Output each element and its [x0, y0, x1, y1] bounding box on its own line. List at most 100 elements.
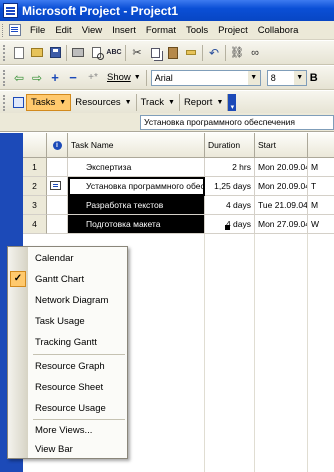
document-icon[interactable]	[9, 24, 21, 36]
guide-track-button[interactable]: Track ▼	[137, 94, 180, 111]
table-row[interactable]: 2 Установка программного обеспечения 1,2…	[23, 177, 334, 196]
insert-hyperlink-button[interactable]: ⛓	[228, 44, 246, 62]
menu-view[interactable]: View	[77, 25, 107, 36]
finish-cell[interactable]: M	[308, 158, 334, 177]
task-name-cell[interactable]: Разработка текстов	[68, 196, 205, 215]
start-cell[interactable]: Tue 21.09.04	[255, 196, 308, 215]
show-all-subtasks-button[interactable]: +*	[82, 69, 104, 87]
row-number[interactable]: 3	[23, 196, 47, 215]
save-button[interactable]	[46, 44, 64, 62]
menu-edit[interactable]: Edit	[50, 25, 76, 36]
header-duration[interactable]: Duration	[205, 133, 255, 158]
print-button[interactable]	[69, 44, 87, 62]
chevron-down-icon[interactable]: ▼	[293, 70, 306, 85]
task-name-cell[interactable]: Подготовка макета	[68, 215, 205, 234]
minus-icon: −	[69, 70, 77, 85]
hyperlink-icon: ⛓	[230, 47, 244, 59]
indicator-cell	[47, 177, 68, 196]
toolbar-options-button[interactable]: ▾	[228, 94, 237, 111]
project-app-icon[interactable]	[3, 3, 18, 18]
finish-cell[interactable]: T	[308, 177, 334, 196]
copy-icon	[150, 47, 160, 58]
guide-report-button[interactable]: Report ▼	[180, 94, 229, 111]
task-name-cell[interactable]: Экспертиза	[68, 158, 205, 177]
menu-item-label: View Bar	[35, 444, 73, 455]
menu-item-task-usage[interactable]: Task Usage	[8, 311, 127, 332]
menu-item-resource-graph[interactable]: Resource Graph	[8, 356, 127, 377]
start-cell[interactable]: Mon 20.09.04	[255, 158, 308, 177]
hide-subtasks-button[interactable]: −	[64, 69, 82, 87]
table-row[interactable]: 3 Разработка текстов 4 days Tue 21.09.04…	[23, 196, 334, 215]
start-cell[interactable]: Mon 27.09.04	[255, 215, 308, 234]
outdent-button[interactable]: ⇦	[10, 69, 28, 87]
bold-button[interactable]: B	[307, 72, 321, 84]
menu-item-resource-usage[interactable]: Resource Usage	[8, 398, 127, 419]
menu-item-more-views[interactable]: More Views...	[8, 420, 127, 441]
entry-field[interactable]: Установка программного обеспечения	[140, 115, 334, 130]
undo-button[interactable]: ↶	[205, 44, 223, 62]
row-number[interactable]: 4	[23, 215, 47, 234]
show-subtasks-button[interactable]: +	[46, 69, 64, 87]
menu-item-network-diagram[interactable]: Network Diagram	[8, 290, 127, 311]
menu-grip[interactable]	[2, 23, 6, 37]
format-painter-button[interactable]	[182, 44, 200, 62]
row-number[interactable]: 2	[23, 177, 47, 196]
duration-cell[interactable]: 4 days	[205, 196, 255, 215]
menu-item-gantt-chart[interactable]: ✓ Gantt Chart	[8, 269, 127, 290]
spelling-button[interactable]: ABC	[105, 44, 123, 62]
toolbar-grip[interactable]	[3, 94, 6, 111]
print-preview-button[interactable]	[87, 44, 105, 62]
indent-button[interactable]: ⇨	[28, 69, 46, 87]
menu-file[interactable]: File	[25, 25, 50, 36]
toolbar-grip[interactable]	[3, 69, 6, 86]
new-button[interactable]	[10, 44, 28, 62]
toolbar-grip[interactable]	[3, 44, 6, 61]
start-cell[interactable]: Mon 20.09.04	[255, 177, 308, 196]
print-preview-icon	[91, 47, 104, 60]
menu-collaborate[interactable]: Collabora	[253, 25, 304, 36]
finish-cell[interactable]: W	[308, 215, 334, 234]
paste-button[interactable]	[164, 44, 182, 62]
menu-project[interactable]: Project	[213, 25, 253, 36]
duration-cell[interactable]: 4 days	[205, 215, 255, 234]
table-row[interactable]: 1 Экспертиза 2 hrs Mon 20.09.04 M	[23, 158, 334, 177]
font-size-select[interactable]: 8 ▼	[266, 69, 307, 86]
header-finish[interactable]	[308, 133, 334, 158]
row-number[interactable]: 1	[23, 158, 47, 177]
menu-item-resource-sheet[interactable]: Resource Sheet	[8, 377, 127, 398]
link-tasks-button[interactable]: ∞	[246, 44, 264, 62]
menu-separator	[33, 354, 125, 355]
chevron-down-icon[interactable]: ▼	[247, 70, 260, 85]
menu-format[interactable]: Format	[141, 25, 181, 36]
indicators-header[interactable]: i	[47, 133, 68, 158]
menu-item-label: Network Diagram	[35, 295, 109, 306]
header-start[interactable]: Start	[255, 133, 308, 158]
guide-tasks-button[interactable]: Tasks ▼	[26, 94, 72, 111]
menu-tools[interactable]: Tools	[181, 25, 213, 36]
menu-item-tracking-gantt[interactable]: Tracking Gantt	[8, 332, 127, 353]
entry-bar: Установка программного обеспечения	[0, 113, 334, 132]
duration-cell[interactable]: 1,25 days	[205, 177, 255, 196]
toolbar-separator	[66, 44, 67, 61]
guide-resources-button[interactable]: Resources ▼	[71, 94, 137, 111]
duration-cell[interactable]: 2 hrs	[205, 158, 255, 177]
menu-insert[interactable]: Insert	[107, 25, 141, 36]
font-name-select[interactable]: Arial ▼	[150, 69, 261, 86]
new-document-icon	[14, 46, 24, 59]
scissors-icon: ✂	[132, 47, 142, 59]
show-dropdown[interactable]: Show ▼	[104, 72, 144, 83]
copy-button[interactable]	[146, 44, 164, 62]
notes-indicator-icon[interactable]	[50, 181, 61, 190]
menu-item-view-bar[interactable]: View Bar	[8, 439, 127, 460]
header-task-name[interactable]: Task Name	[68, 133, 205, 158]
menu-item-calendar[interactable]: Calendar	[8, 248, 127, 269]
select-all-corner[interactable]	[23, 133, 47, 158]
finish-cell[interactable]: M	[308, 196, 334, 215]
show-label: Show	[107, 72, 131, 83]
project-guide-button[interactable]	[10, 94, 26, 112]
cut-button[interactable]: ✂	[128, 44, 146, 62]
fill-handle[interactable]	[225, 225, 230, 230]
table-row[interactable]: 4 Подготовка макета 4 days Mon 27.09.04 …	[23, 215, 334, 234]
open-button[interactable]	[28, 44, 46, 62]
task-name-cell[interactable]: Установка программного обеспечения	[68, 177, 205, 196]
